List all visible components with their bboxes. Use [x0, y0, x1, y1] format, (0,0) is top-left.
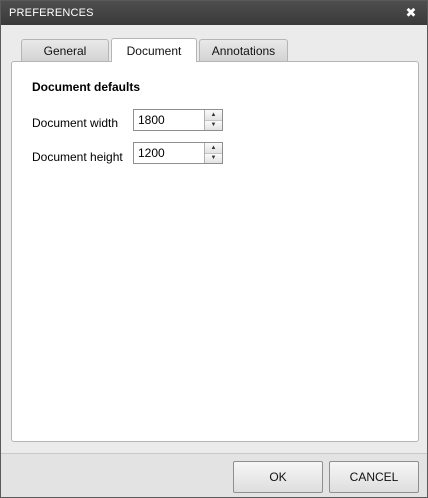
tab-bar: General Document Annotations — [21, 38, 290, 62]
document-width-input[interactable] — [134, 110, 204, 130]
document-height-stepper: ▲ ▼ — [133, 142, 223, 164]
chevron-down-icon[interactable]: ▼ — [205, 153, 222, 163]
document-panel: Document defaults Document width ▲ ▼ Doc… — [11, 61, 419, 442]
document-height-spin-buttons: ▲ ▼ — [204, 143, 222, 163]
section-title: Document defaults — [32, 80, 141, 94]
dialog-footer: OK CANCEL — [1, 453, 427, 497]
document-height-input[interactable] — [134, 143, 204, 163]
chevron-up-icon[interactable]: ▲ — [205, 143, 222, 154]
cancel-button[interactable]: CANCEL — [329, 461, 419, 493]
ok-button[interactable]: OK — [233, 461, 323, 493]
document-width-spin-buttons: ▲ ▼ — [204, 110, 222, 130]
close-icon[interactable]: ✖ — [403, 5, 419, 21]
preferences-dialog: PREFERENCES ✖ General Document Annotatio… — [0, 0, 428, 498]
chevron-down-icon[interactable]: ▼ — [205, 120, 222, 130]
tab-general[interactable]: General — [21, 39, 109, 61]
document-height-label: Document height — [32, 150, 123, 164]
dialog-title: PREFERENCES — [9, 7, 94, 19]
document-width-label: Document width — [32, 116, 119, 130]
title-bar[interactable]: PREFERENCES ✖ — [1, 1, 427, 25]
tab-document[interactable]: Document — [111, 38, 197, 62]
document-width-stepper: ▲ ▼ — [133, 109, 223, 131]
chevron-up-icon[interactable]: ▲ — [205, 110, 222, 121]
tab-annotations[interactable]: Annotations — [199, 39, 288, 61]
